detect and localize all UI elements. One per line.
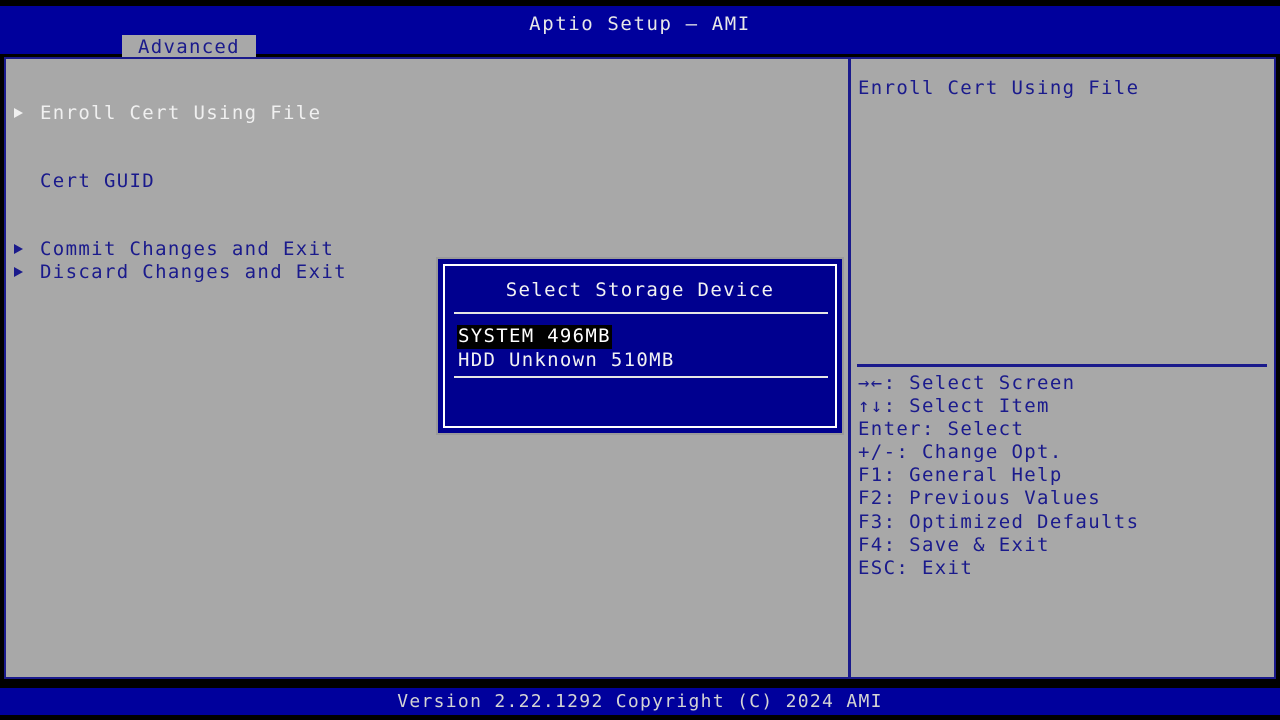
key-legend-row-f4: F4: Save & Exit — [858, 534, 1270, 557]
key-legend-action: Optimized Defaults — [909, 510, 1140, 533]
dialog-separator-top — [454, 312, 828, 314]
app-title: Aptio Setup – AMI — [529, 13, 751, 35]
key-legend-key: F2: — [858, 487, 897, 510]
key-legend-action: Select — [947, 418, 1025, 441]
key-legend-action: Select Item — [909, 395, 1050, 418]
submenu-arrow-icon — [14, 267, 23, 277]
help-separator — [857, 364, 1267, 367]
key-legend-row-select-screen: →←: Select Screen — [858, 372, 1270, 395]
title-bar: Aptio Setup – AMI Advanced — [0, 6, 1280, 60]
key-legend-action: General Help — [909, 464, 1063, 487]
menu-item-enroll-cert-using-file[interactable]: Enroll Cert Using File — [8, 101, 320, 125]
menu-item-label: Enroll Cert Using File — [40, 102, 322, 124]
storage-option-system-496mb[interactable]: SYSTEM 496MB — [457, 325, 612, 349]
key-legend: →←: Select Screen ↑↓: Select Item Enter:… — [858, 372, 1270, 580]
select-storage-device-dialog: Select Storage Device SYSTEM 496MB HDD U… — [436, 257, 844, 435]
key-legend-key: Enter: — [858, 418, 935, 441]
submenu-arrow-icon — [14, 108, 23, 118]
key-legend-key: ESC: — [858, 556, 910, 579]
key-legend-action: Exit — [921, 556, 974, 579]
key-legend-row-f3: F3: Optimized Defaults — [858, 511, 1270, 534]
key-legend-action: Select Screen — [909, 372, 1076, 394]
key-legend-action: Change Opt. — [921, 441, 1063, 464]
key-legend-key: →←: — [858, 372, 897, 394]
storage-device-option-list: SYSTEM 496MB HDD Unknown 510MB — [457, 325, 828, 372]
key-legend-key: F1: — [858, 464, 897, 487]
submenu-arrow-icon — [14, 244, 23, 254]
key-legend-row-f1: F1: General Help — [858, 464, 1270, 487]
menu-item-label: Commit Changes and Exit — [40, 238, 335, 260]
bios-setup-screen: Aptio Setup – AMI Advanced Enroll Cert U… — [0, 0, 1280, 720]
key-legend-row-esc: ESC: Exit — [858, 557, 1270, 580]
menu-item-label: Discard Changes and Exit — [40, 261, 347, 283]
help-panel: Enroll Cert Using File →←: Select Screen… — [856, 61, 1272, 675]
key-legend-key: +/-: — [858, 441, 910, 464]
key-legend-row-change-opt: +/-: Change Opt. — [858, 441, 1270, 464]
dialog-title: Select Storage Device — [505, 279, 775, 301]
key-legend-row-select-item: ↑↓: Select Item — [858, 395, 1270, 418]
version-text: Version 2.22.1292 Copyright (C) 2024 AMI — [397, 691, 883, 712]
key-legend-key: ↑↓: — [858, 395, 897, 418]
key-legend-action: Save & Exit — [909, 533, 1050, 556]
help-description: Enroll Cert Using File — [858, 77, 1140, 99]
key-legend-key: F3: — [858, 510, 897, 533]
key-legend-row-f2: F2: Previous Values — [858, 487, 1270, 510]
dialog-separator-bottom — [454, 376, 828, 378]
key-legend-row-enter: Enter: Select — [858, 418, 1270, 441]
storage-option-hdd-unknown-510mb[interactable]: HDD Unknown 510MB — [457, 349, 676, 373]
menu-item-commit-changes-and-exit[interactable]: Commit Changes and Exit — [8, 237, 333, 261]
panel-divider — [848, 57, 851, 679]
key-legend-action: Previous Values — [909, 487, 1102, 510]
footer-bar: Version 2.22.1292 Copyright (C) 2024 AMI — [0, 688, 1280, 715]
menu-item-label: Cert GUID — [40, 170, 156, 192]
key-legend-key: F4: — [858, 533, 897, 556]
menu-item-discard-changes-and-exit[interactable]: Discard Changes and Exit — [8, 260, 346, 284]
menu-item-cert-guid[interactable]: Cert GUID — [8, 169, 154, 193]
